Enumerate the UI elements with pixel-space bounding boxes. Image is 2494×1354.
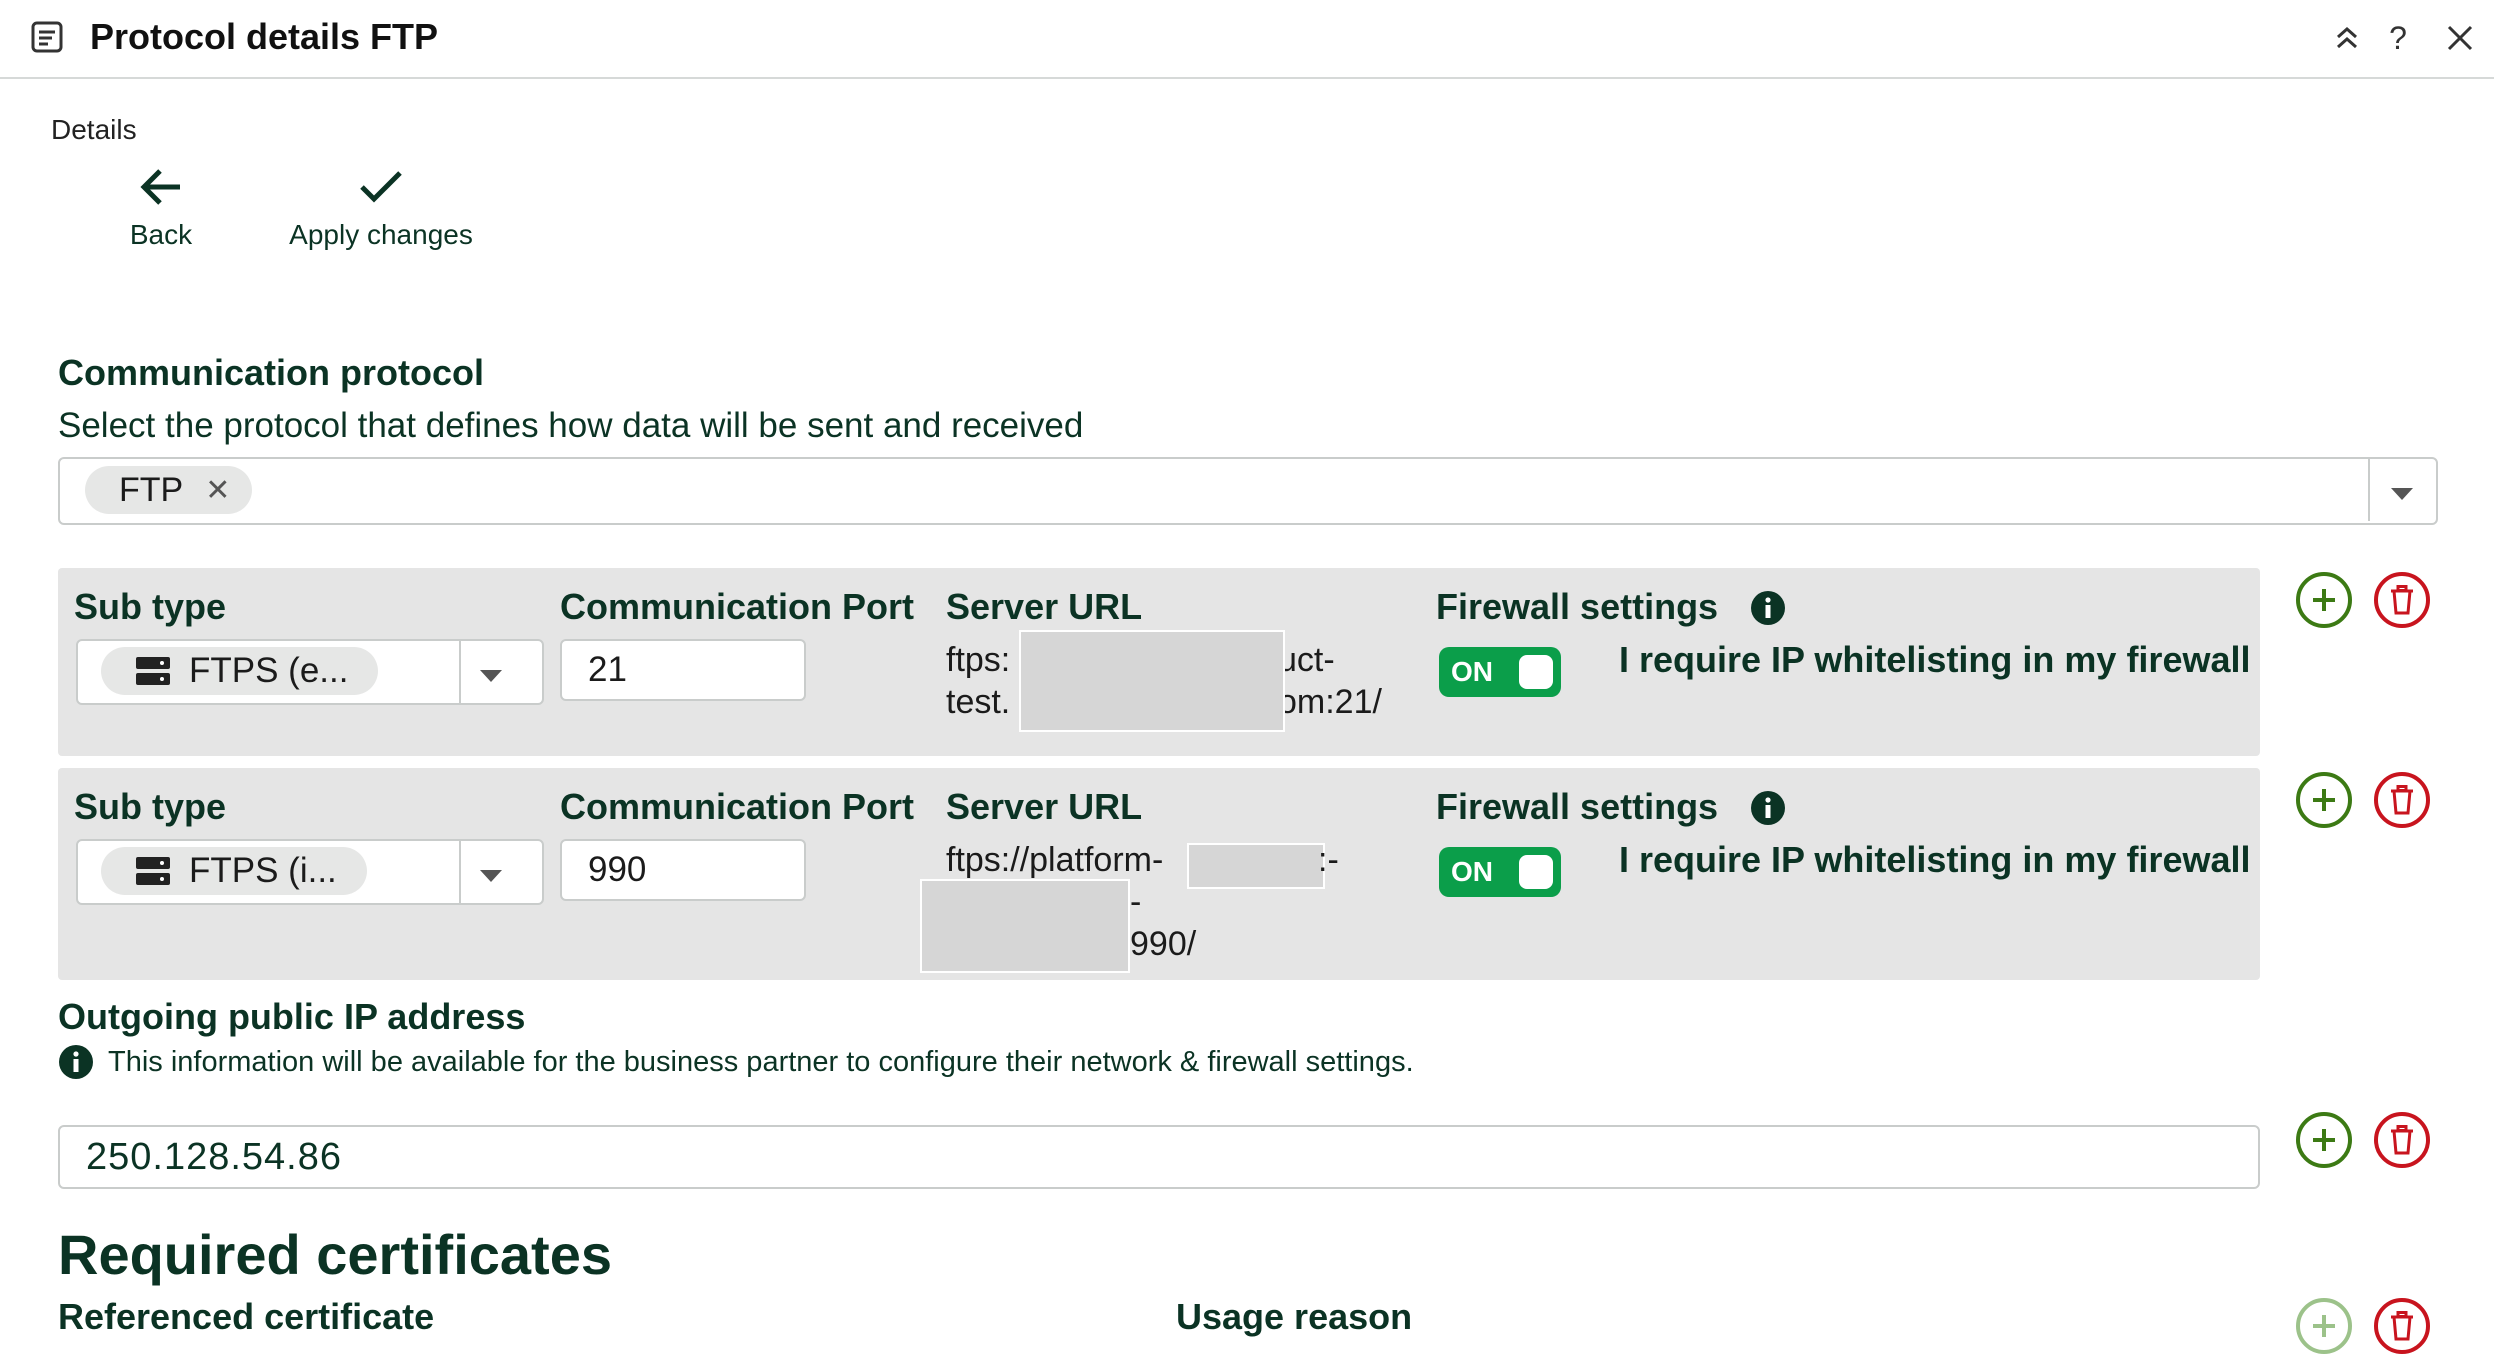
outgoing-ip-input[interactable]: 250.128.54.86 (58, 1125, 2260, 1189)
checkmark-icon (360, 171, 402, 203)
communication-port-input[interactable]: 21 (560, 639, 806, 701)
communication-port-label: Communication Port (560, 586, 915, 627)
firewall-whitelist-text: I require IP whitelisting in my firewall (1619, 639, 2251, 680)
plus-icon (2313, 589, 2335, 611)
server-url-label: Server URL (946, 586, 1143, 627)
toggle-on-label: ON (1451, 656, 1493, 687)
server-url-line-1b: :- (1318, 841, 1339, 879)
info-icon[interactable] (1750, 590, 1786, 631)
server-url-label: Server URL (946, 786, 1143, 827)
delete-ip-button[interactable] (2374, 1112, 2430, 1168)
sub-type-chip: FTPS (i... (101, 847, 367, 895)
toggle-knob (1519, 855, 1553, 889)
redacted-url-block (1187, 843, 1325, 889)
server-url-line-2a: test. (946, 683, 1011, 721)
firewall-settings-label: Firewall settings (1436, 786, 1719, 827)
details-section-label: Details (51, 114, 137, 145)
sub-type-label: Sub type (74, 586, 227, 627)
apply-changes-button[interactable]: Apply changes (271, 165, 491, 251)
server-url-line-2b: om:21/ (1278, 683, 1382, 721)
firewall-toggle[interactable]: ON (1439, 647, 1561, 697)
server-url-line-1b: uct- (1278, 641, 1335, 679)
server-url-line-2: - (1130, 883, 1142, 921)
firewall-whitelist-text: I require IP whitelisting in my firewall (1619, 839, 2251, 880)
add-row-button[interactable] (2296, 572, 2352, 628)
server-icon (136, 657, 170, 685)
window-title: Protocol details FTP (90, 16, 439, 57)
plus-icon (2313, 1315, 2335, 1337)
back-label: Back (129, 219, 193, 250)
toggle-on-label: ON (1451, 856, 1493, 887)
trash-icon (2391, 785, 2413, 815)
add-ip-button[interactable] (2296, 1112, 2352, 1168)
protocol-chip: FTP ✕ (85, 466, 253, 514)
sub-type-value: FTPS (i... (189, 851, 337, 890)
arrow-left-icon (140, 169, 180, 205)
add-row-button[interactable] (2296, 772, 2352, 828)
referenced-certificate-label: Referenced certificate (58, 1296, 435, 1337)
chevron-down-icon[interactable] (480, 870, 502, 882)
trash-icon (2391, 1311, 2413, 1341)
chevron-down-icon[interactable] (480, 670, 502, 682)
trash-icon (2391, 1125, 2413, 1155)
trash-icon (2391, 585, 2413, 615)
collapse-up-icon[interactable] (2327, 18, 2367, 58)
chevron-down-icon[interactable] (2391, 488, 2413, 500)
sub-type-value: FTPS (e... (189, 651, 349, 690)
outgoing-ip-info-text: This information will be available for t… (108, 1045, 1414, 1078)
document-icon (30, 20, 64, 54)
communication-protocol-description: Select the protocol that defines how dat… (58, 406, 1084, 445)
firewall-toggle[interactable]: ON (1439, 847, 1561, 897)
server-icon (136, 857, 170, 885)
outgoing-ip-title: Outgoing public IP address (58, 996, 526, 1037)
delete-row-button[interactable] (2374, 572, 2430, 628)
back-button[interactable]: Back (51, 165, 271, 251)
usage-reason-label: Usage reason (1176, 1296, 1413, 1337)
protocol-select[interactable] (58, 457, 2438, 525)
toggle-knob (1519, 655, 1553, 689)
select-divider (459, 841, 461, 903)
sub-type-label: Sub type (74, 786, 227, 827)
plus-icon (2313, 789, 2335, 811)
communication-protocol-title: Communication protocol (58, 352, 484, 393)
communication-port-input[interactable]: 990 (560, 839, 806, 901)
info-icon[interactable] (1750, 790, 1786, 831)
redacted-url-block (1019, 630, 1285, 732)
close-icon[interactable] (2440, 18, 2480, 58)
select-divider (459, 641, 461, 703)
server-url-line-3: 990/ (1130, 925, 1197, 963)
required-certificates-title: Required certificates (58, 1223, 612, 1286)
firewall-settings-label: Firewall settings (1436, 586, 1719, 627)
info-icon (59, 1045, 93, 1079)
select-divider (2368, 459, 2370, 521)
delete-row-button[interactable] (2374, 772, 2430, 828)
server-url-line-1a: ftps: (946, 641, 1011, 679)
protocol-chip-label: FTP (119, 470, 184, 509)
help-icon[interactable]: ? (2378, 18, 2418, 58)
delete-certificate-button[interactable] (2374, 1298, 2430, 1354)
sub-type-chip: FTPS (e... (101, 647, 379, 695)
apply-changes-label: Apply changes (289, 219, 473, 250)
communication-port-label: Communication Port (560, 786, 915, 827)
server-url-line-1a: ftps://platform- (946, 841, 1164, 879)
plus-icon (2313, 1129, 2335, 1151)
redacted-url-block (920, 879, 1130, 973)
outgoing-ip-info: This information will be available for t… (58, 1044, 1414, 1080)
add-certificate-button[interactable] (2296, 1298, 2352, 1354)
remove-chip-icon[interactable]: ✕ (205, 473, 230, 508)
